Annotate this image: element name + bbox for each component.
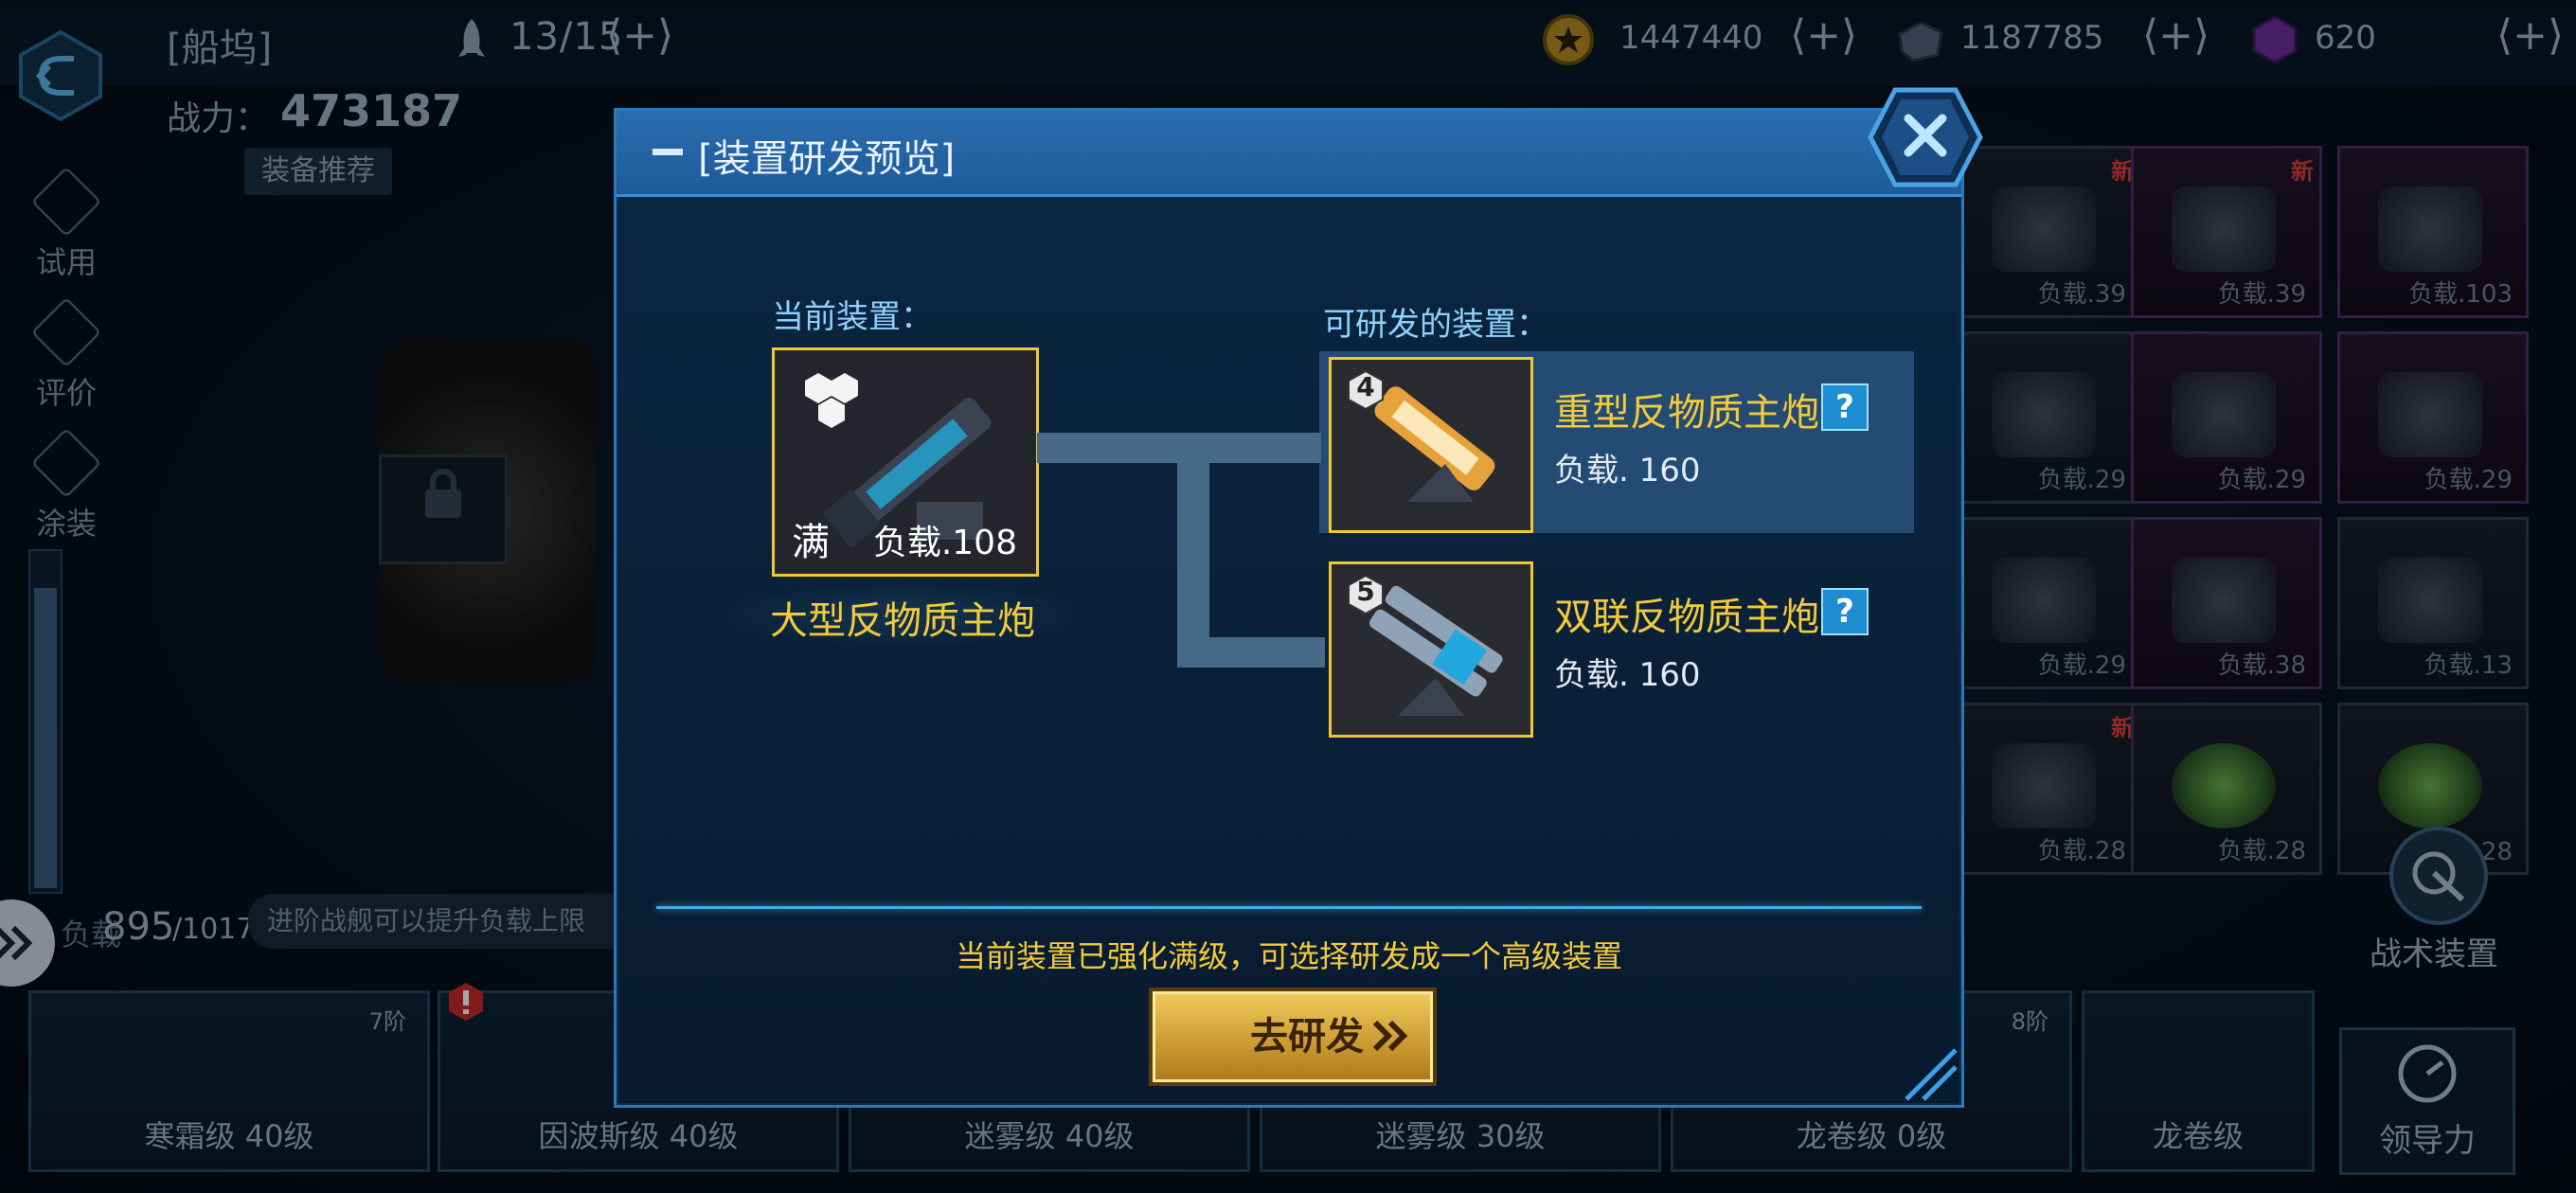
option-device-slot[interactable]: 4 bbox=[1329, 357, 1533, 533]
help-button[interactable]: ? bbox=[1821, 588, 1869, 635]
go-research-label: 去研发 bbox=[1250, 1015, 1364, 1059]
divider bbox=[656, 906, 1922, 909]
close-icon[interactable] bbox=[1867, 86, 1984, 188]
option-device-load: 负载. 160 bbox=[1554, 452, 1701, 490]
corner-accent bbox=[1905, 1048, 1958, 1101]
option-device-name: 双联反物质主炮 bbox=[1554, 596, 1819, 639]
tree-connector bbox=[1177, 637, 1325, 668]
dialog-header: [装置研发预览] bbox=[617, 111, 1961, 197]
current-device-load: 负载.108 bbox=[872, 524, 1017, 562]
max-level-badge: 满 bbox=[792, 521, 830, 564]
current-device-label: 当前装置： bbox=[772, 298, 933, 336]
research-preview-dialog: [装置研发预览] 当前装置： 满 负载.108 大型反物质主炮 可研发的装置： … bbox=[614, 87, 1983, 1108]
current-device-name: 大型反物质主炮 bbox=[770, 599, 1035, 643]
option-device-load: 负载. 160 bbox=[1554, 656, 1701, 694]
hint-text: 当前装置已强化满级，可选择研发成一个高级装置 bbox=[955, 938, 1622, 974]
minus-icon bbox=[653, 149, 683, 155]
tier-number: 5 bbox=[1356, 576, 1375, 607]
option-device-name: 重型反物质主炮 bbox=[1554, 391, 1819, 435]
dialog-title: [装置研发预览] bbox=[698, 137, 956, 181]
go-research-button[interactable]: 去研发 bbox=[1153, 991, 1433, 1082]
double-chevron-right-icon bbox=[1372, 1020, 1408, 1052]
researchable-label: 可研发的装置： bbox=[1323, 306, 1548, 344]
max-star-hexes-icon bbox=[805, 373, 858, 428]
help-button[interactable]: ? bbox=[1821, 383, 1869, 431]
option-device-slot[interactable]: 5 bbox=[1329, 561, 1533, 738]
tier-number: 4 bbox=[1356, 371, 1375, 402]
tree-connector bbox=[1177, 433, 1209, 668]
current-device-slot[interactable]: 满 负载.108 bbox=[772, 347, 1039, 577]
